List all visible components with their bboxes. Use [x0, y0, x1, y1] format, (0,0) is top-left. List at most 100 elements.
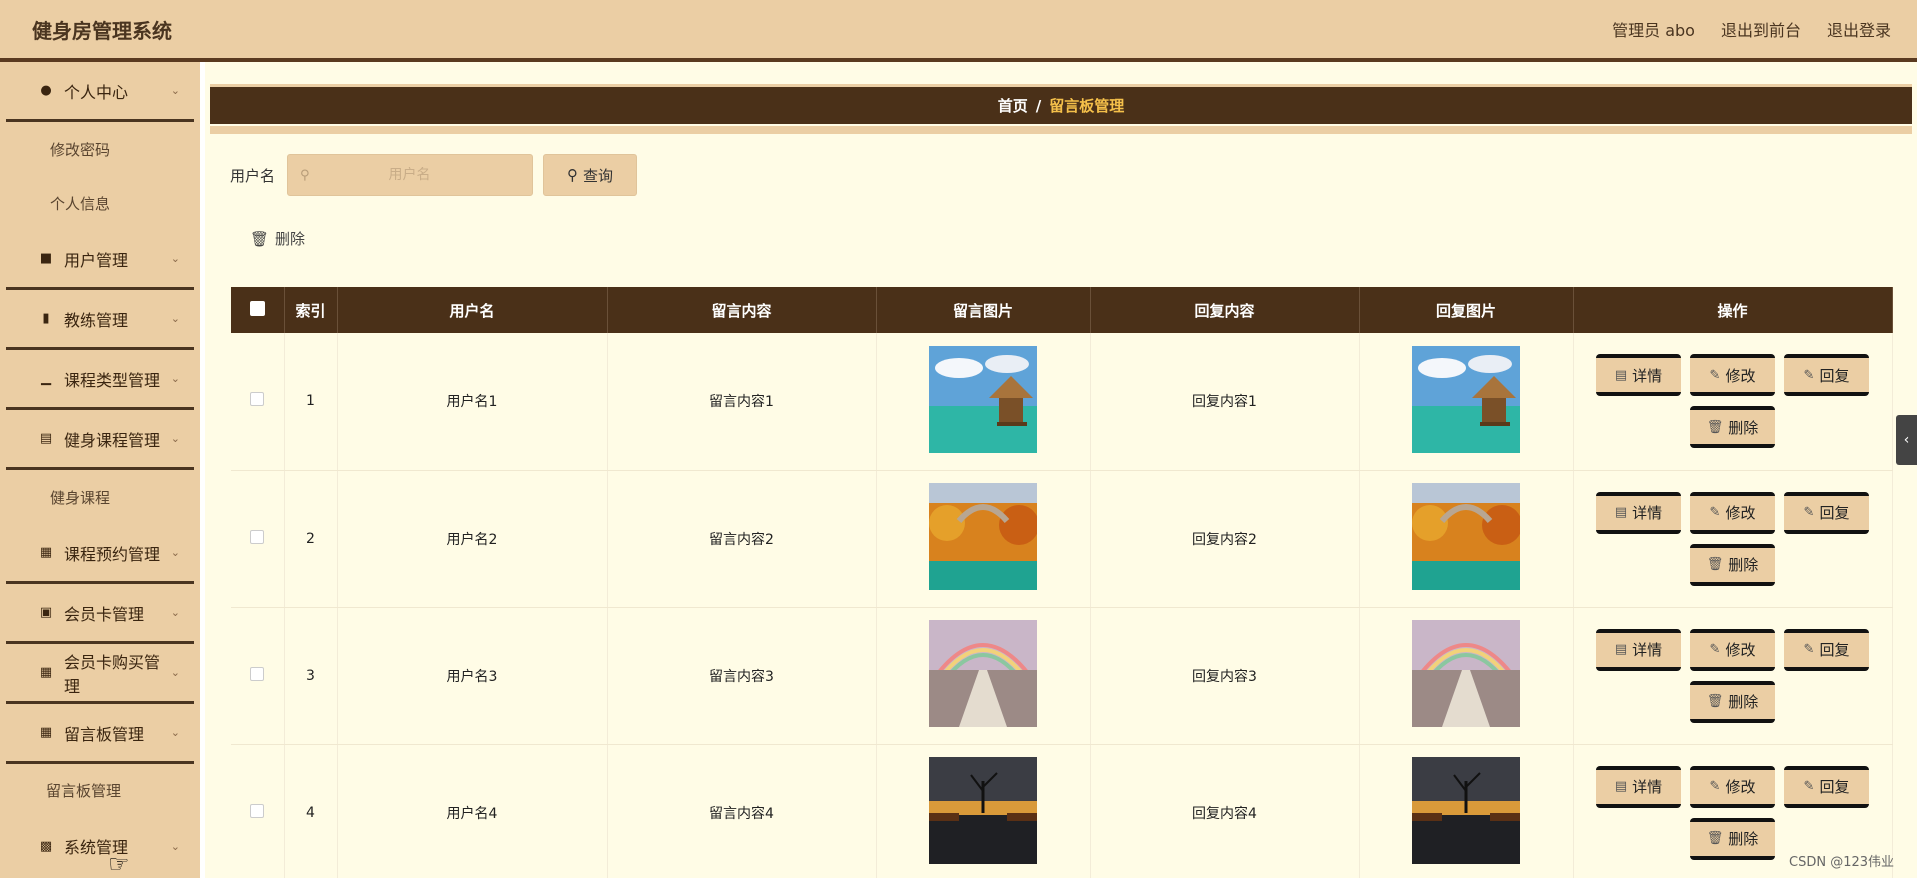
cell-actions: ▤ 详情 ✎ 修改 ✎ 回复 🗑 删除	[1573, 607, 1893, 745]
cell-username: 用户名1	[337, 333, 608, 471]
delete-button[interactable]: 🗑 删除	[1690, 680, 1775, 723]
grid-icon: ▦	[39, 665, 53, 680]
sidebar-item-fitness-course[interactable]: 健身课程	[0, 470, 200, 524]
table-row: 1 用户名1 留言内容1 回复内容1 ▤ 详情 ✎ 修改 ✎ 回复 🗑 删除	[231, 333, 1893, 471]
detail-button[interactable]: ▤ 详情	[1596, 354, 1681, 397]
collapse-toggle-button[interactable]: ‹	[1896, 415, 1917, 465]
cell-reply: 回复内容4	[1090, 744, 1360, 878]
back-to-front-link[interactable]: 退出到前台	[1721, 17, 1801, 41]
menu-course-booking-management[interactable]: ▦ 课程预约管理 ⌄	[6, 524, 194, 584]
sidebar-item-personal-info[interactable]: 个人信息	[0, 176, 200, 230]
briefcase-icon: ▣	[39, 605, 53, 620]
delete-button[interactable]: 🗑 删除	[1690, 406, 1775, 449]
pencil-icon: ✎	[1709, 779, 1721, 794]
sidebar-item-change-password[interactable]: 修改密码	[0, 122, 200, 176]
search-field[interactable]: ⚲	[287, 154, 534, 196]
breadcrumb-current: 留言板管理	[1049, 97, 1125, 115]
detail-button[interactable]: ▤ 详情	[1596, 765, 1681, 808]
header-image: 留言图片	[876, 287, 1091, 333]
reply-image[interactable]	[1412, 483, 1522, 590]
document-icon: ▤	[1614, 779, 1628, 794]
edit-button[interactable]: ✎ 修改	[1690, 628, 1775, 671]
header-username: 用户名	[337, 287, 608, 333]
menu-user-management[interactable]: ■ 用户管理 ⌄	[6, 230, 194, 290]
delete-button[interactable]: 🗑 删除	[1690, 543, 1775, 586]
row-checkbox[interactable]	[250, 392, 265, 407]
chevron-down-icon: ⌄	[170, 839, 180, 853]
edit-button[interactable]: ✎ 修改	[1690, 765, 1775, 808]
menu-course-type-management[interactable]: ▁ 课程类型管理 ⌄	[6, 350, 194, 410]
trash-icon: 🗑	[1706, 419, 1724, 435]
menu-system-management[interactable]: ▩ 系统管理 ⌄	[6, 816, 194, 876]
menu-coach-management[interactable]: ▮ 教练管理 ⌄	[6, 290, 194, 350]
row-checkbox[interactable]	[250, 803, 265, 818]
document-icon: ▤	[1614, 642, 1628, 657]
row-select-cell[interactable]	[231, 333, 285, 471]
edit-button[interactable]: ✎ 修改	[1690, 491, 1775, 534]
message-table: 索引 用户名 留言内容 留言图片 回复内容 回复图片 操作 1 用户名1 留言内…	[231, 287, 1893, 878]
message-image[interactable]	[929, 345, 1037, 453]
edit-button[interactable]: ✎ 修改	[1690, 354, 1775, 397]
message-image[interactable]	[929, 483, 1039, 590]
bookmark-icon: ▮	[42, 311, 50, 326]
grid-icon: ▦	[39, 725, 53, 740]
reply-button[interactable]: ✎ 回复	[1784, 765, 1869, 808]
menu-personal-center[interactable]: ● 个人中心 ⌄	[6, 62, 194, 122]
document-icon: ▤	[39, 431, 53, 446]
logout-link[interactable]: 退出登录	[1827, 17, 1891, 41]
menu-membership-card-management[interactable]: ▣ 会员卡管理 ⌄	[6, 584, 194, 644]
select-all-checkbox[interactable]	[249, 300, 265, 316]
cell-actions: ▤ 详情 ✎ 修改 ✎ 回复 🗑 删除	[1573, 470, 1893, 608]
cell-content: 留言内容4	[607, 744, 877, 878]
message-image[interactable]	[929, 620, 1037, 727]
menu-message-board-management[interactable]: ▦ 留言板管理 ⌄	[6, 704, 194, 764]
header-content: 留言内容	[607, 287, 877, 333]
header-actions: 管理员 abo 退出到前台 退出登录	[1612, 17, 1891, 41]
reply-image[interactable]	[1412, 620, 1520, 727]
header-actions: 操作	[1573, 287, 1893, 333]
search-icon: ⚲	[300, 167, 310, 183]
breadcrumb-underline	[210, 126, 1912, 134]
search-bar: 用户名 ⚲ ⚲ 查询	[230, 154, 638, 196]
cell-image	[876, 470, 1091, 608]
cell-reply: 回复内容3	[1090, 607, 1360, 745]
menu-fitness-course-management[interactable]: ▤ 健身课程管理 ⌄	[6, 410, 194, 470]
chevron-down-icon: ⌄	[170, 546, 180, 559]
reply-image[interactable]	[1412, 345, 1520, 453]
reply-button[interactable]: ✎ 回复	[1784, 354, 1869, 397]
trash-icon: 🗑	[1706, 694, 1724, 709]
cell-content: 留言内容3	[607, 607, 877, 745]
delete-button[interactable]: 🗑 删除	[1690, 817, 1775, 860]
chevron-down-icon: ⌄	[170, 726, 180, 739]
chevron-down-icon: ⌄	[170, 372, 180, 385]
chevron-down-icon: ⌄	[170, 666, 180, 679]
reply-button[interactable]: ✎ 回复	[1784, 628, 1869, 671]
reply-button[interactable]: ✎ 回复	[1784, 491, 1869, 534]
detail-button[interactable]: ▤ 详情	[1596, 628, 1681, 671]
detail-button[interactable]: ▤ 详情	[1596, 491, 1681, 534]
chevron-down-icon: ⌄	[170, 432, 180, 445]
menu-card-purchase-management[interactable]: ▦ 会员卡购买管理 ⌄	[6, 644, 194, 704]
message-image[interactable]	[929, 757, 1037, 864]
row-select-cell[interactable]	[231, 607, 285, 745]
select-all-cell[interactable]	[231, 287, 285, 333]
row-checkbox[interactable]	[250, 666, 265, 681]
pencil-icon: ✎	[1803, 505, 1815, 520]
search-label: 用户名	[230, 166, 276, 185]
sidebar-item-message-board[interactable]: 留言板管理	[0, 764, 200, 816]
trash-icon: 🗑	[250, 229, 270, 248]
pointer-cursor-icon: ☞	[108, 850, 130, 878]
trash-icon: 🗑	[1706, 557, 1724, 572]
top-header: 健身房管理系统 管理员 abo 退出到前台 退出登录	[0, 0, 1917, 62]
cell-index: 4	[284, 744, 338, 878]
reply-image[interactable]	[1412, 757, 1520, 864]
search-input[interactable]	[309, 167, 510, 183]
row-select-cell[interactable]	[231, 470, 285, 608]
query-button[interactable]: ⚲ 查询	[543, 154, 638, 196]
row-select-cell[interactable]	[231, 744, 285, 878]
row-checkbox[interactable]	[250, 529, 265, 544]
chat-icon: ▩	[39, 838, 53, 854]
chevron-down-icon: ⌄	[170, 84, 180, 97]
bulk-delete-button[interactable]: 🗑 删除	[250, 228, 305, 249]
breadcrumb-home[interactable]: 首页	[998, 95, 1028, 116]
